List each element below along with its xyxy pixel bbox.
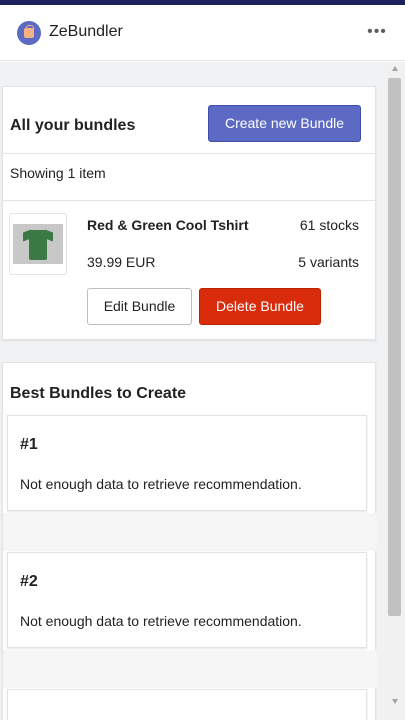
all-bundles-heading: All your bundles (10, 117, 136, 134)
create-new-bundle-button[interactable]: Create new Bundle (208, 105, 361, 142)
recommendation-rank: #1 (20, 436, 38, 453)
delete-bundle-button[interactable]: Delete Bundle (199, 288, 321, 325)
all-bundles-card: All your bundles Create new Bundle Showi… (2, 86, 377, 340)
recommendation-card: #1 Not enough data to retrieve recommend… (7, 415, 367, 511)
app-header: ZeBundler ••• (0, 5, 405, 61)
divider (3, 513, 377, 551)
bundle-price: 39.99 EUR (87, 254, 156, 270)
main-content: All your bundles Create new Bundle Showi… (0, 62, 386, 720)
product-thumbnail-image (9, 213, 67, 275)
vertical-scrollbar[interactable] (386, 62, 405, 720)
bundle-stock-count: 61 stocks (299, 217, 359, 233)
showing-count-text: Showing 1 item (10, 165, 106, 181)
edit-bundle-button[interactable]: Edit Bundle (87, 288, 192, 325)
app-title: ZeBundler (49, 23, 123, 40)
scrollbar-thumb[interactable] (388, 78, 401, 616)
scroll-up-arrow-icon[interactable] (392, 66, 398, 71)
more-actions-button[interactable]: ••• (364, 19, 390, 45)
scroll-down-arrow-icon[interactable] (392, 699, 398, 704)
best-bundles-heading: Best Bundles to Create (10, 385, 187, 402)
divider (3, 153, 377, 154)
divider (3, 200, 377, 201)
recommendation-card: #2 Not enough data to retrieve recommend… (7, 552, 367, 648)
bundle-product-name: Red & Green Cool Tshirt (87, 217, 249, 233)
recommendation-text: Not enough data to retrieve recommendati… (20, 476, 302, 492)
best-bundles-card: Best Bundles to Create #1 Not enough dat… (2, 362, 377, 720)
divider (3, 650, 377, 688)
recommendation-card (7, 689, 367, 720)
app-logo-icon (17, 21, 41, 45)
recommendation-text: Not enough data to retrieve recommendati… (20, 613, 302, 629)
recommendation-rank: #2 (20, 573, 38, 590)
bundle-variant-count: 5 variants (298, 254, 359, 270)
